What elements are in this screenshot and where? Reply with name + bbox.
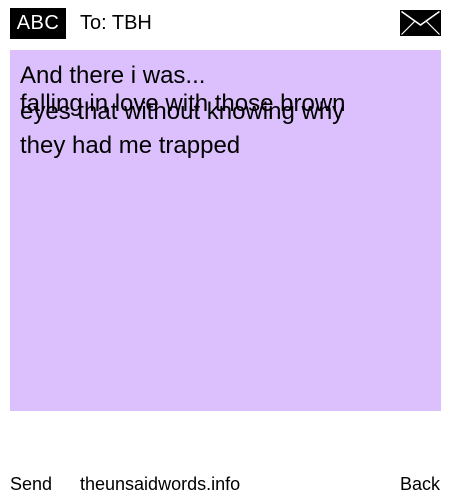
message-line: they had me trapped: [20, 132, 241, 159]
abc-badge[interactable]: ABC: [10, 8, 66, 39]
back-button[interactable]: Back: [400, 472, 440, 496]
envelope-icon[interactable]: [400, 10, 441, 36]
send-button[interactable]: Send: [10, 472, 52, 496]
recipient-label: To: TBH: [80, 12, 152, 34]
message-line: And there i was...: [20, 62, 206, 89]
message-screen: ABC To: TBH And there i was... falling i…: [0, 0, 450, 500]
site-link[interactable]: theunsaidwords.info: [80, 472, 240, 496]
message-note: And there i was... falling in love with …: [10, 50, 441, 411]
message-line: eyes that without knowing why: [20, 98, 345, 125]
